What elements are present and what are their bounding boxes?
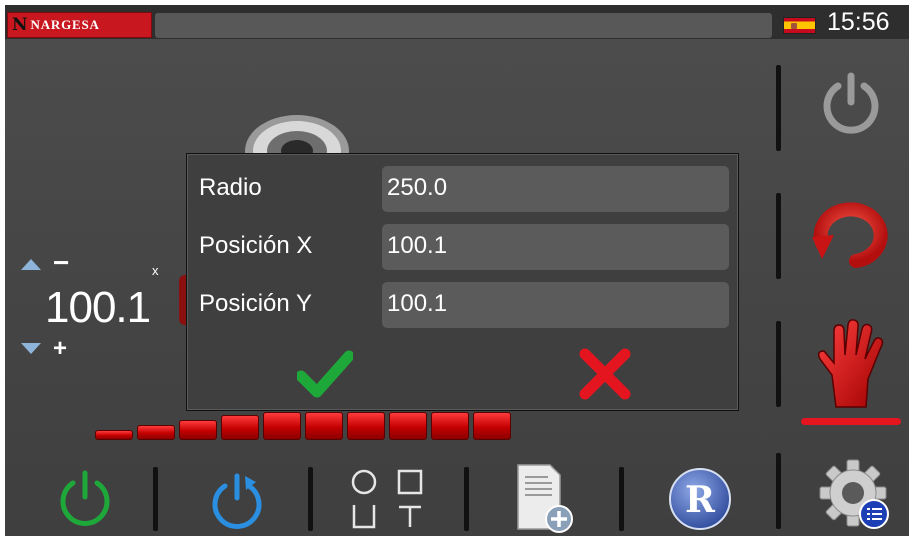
right-separator xyxy=(776,193,781,279)
x-icon xyxy=(579,348,631,400)
posy-field[interactable]: 100.1 xyxy=(382,282,729,328)
jog-down-arrow-icon[interactable] xyxy=(21,343,41,354)
jog-plus-label[interactable]: + xyxy=(53,335,67,363)
manual-stop-button[interactable] xyxy=(811,317,891,413)
level-bar xyxy=(221,415,259,440)
level-bar xyxy=(305,412,343,440)
level-bar xyxy=(473,412,511,440)
right-separator xyxy=(776,321,781,407)
power-button[interactable] xyxy=(813,61,889,145)
nargesa-logo: N NARGESA xyxy=(7,12,152,38)
jog-up-arrow-icon[interactable] xyxy=(21,259,41,270)
shapes-icon xyxy=(351,469,423,529)
right-separator xyxy=(776,453,781,529)
new-document-button[interactable] xyxy=(507,463,579,535)
hand-stop-icon xyxy=(817,319,884,408)
toolbar-separator xyxy=(464,467,469,531)
toolbar-separator xyxy=(619,467,624,531)
top-bar: N NARGESA 15:56 xyxy=(5,5,909,39)
cycle-button[interactable] xyxy=(807,193,893,273)
level-bar xyxy=(263,412,301,440)
power-icon xyxy=(823,72,879,134)
dialog-row-radio: Radio 250.0 xyxy=(187,166,740,212)
cancel-button[interactable] xyxy=(577,346,633,402)
posx-field[interactable]: 100.1 xyxy=(382,224,729,270)
toolbar-separator xyxy=(153,467,158,531)
radio-label: Radio xyxy=(199,174,262,201)
level-bar xyxy=(137,425,175,440)
shapes-button[interactable] xyxy=(351,469,427,529)
axis-label: x xyxy=(152,263,159,278)
gear-icon xyxy=(819,459,889,529)
reset-button[interactable] xyxy=(202,463,272,535)
cycle-icon xyxy=(812,202,888,268)
dialog-row-posy: Posición Y 100.1 xyxy=(187,282,740,328)
confirm-button[interactable] xyxy=(295,346,355,402)
power-on-button[interactable] xyxy=(50,463,120,535)
logo-text: NARGESA xyxy=(30,17,100,32)
level-bar xyxy=(179,420,217,440)
checkmark-icon xyxy=(295,350,355,398)
parameter-dialog: Radio 250.0 Posición X 100.1 Posición Y … xyxy=(186,153,739,411)
r-logo-letter: R xyxy=(685,479,716,521)
new-document-icon xyxy=(517,464,573,533)
toolbar-separator xyxy=(308,467,313,531)
power-on-icon xyxy=(60,470,110,526)
r-logo-button[interactable]: R xyxy=(665,463,735,535)
level-bar xyxy=(431,412,469,440)
reset-icon xyxy=(212,473,262,529)
level-bar xyxy=(389,412,427,440)
dialog-row-posx: Posición X 100.1 xyxy=(187,224,740,270)
spain-flag-icon[interactable] xyxy=(783,17,816,34)
status-field xyxy=(155,13,772,38)
machine-screen: N NARGESA 15:56 − x 100.1 + Radio 250.0 … xyxy=(5,5,909,536)
radio-field[interactable]: 250.0 xyxy=(382,166,729,212)
posx-label: Posición X xyxy=(199,232,313,259)
clock: 15:56 xyxy=(827,8,890,36)
level-bar xyxy=(95,430,133,440)
posy-label: Posición Y xyxy=(199,290,312,317)
logo-initial: N xyxy=(12,15,28,35)
active-indicator xyxy=(801,418,901,425)
position-value: 100.1 xyxy=(45,283,151,332)
level-bar xyxy=(347,412,385,440)
settings-button[interactable] xyxy=(817,457,893,533)
jog-minus-label[interactable]: − xyxy=(53,247,69,279)
right-separator xyxy=(776,65,781,151)
r-logo-icon: R xyxy=(669,468,731,530)
